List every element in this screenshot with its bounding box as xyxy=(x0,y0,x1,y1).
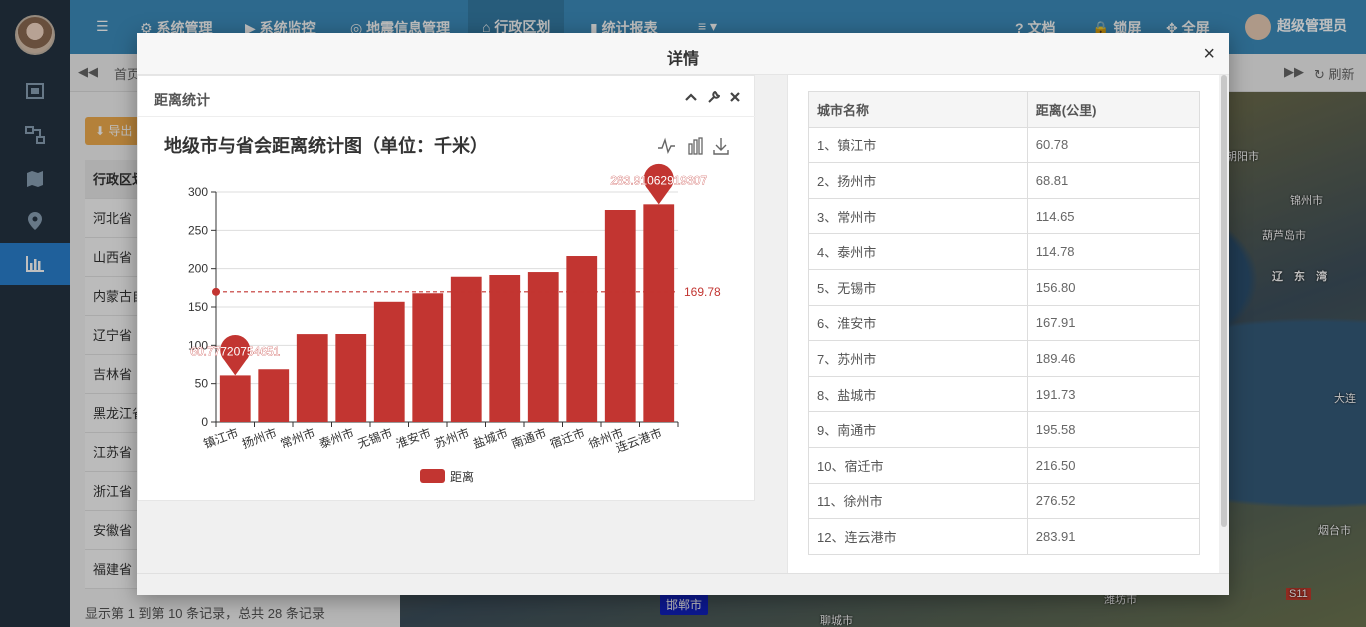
detail-modal: 详情 × 距离统计 地级市与省会距离统计图（单位：千米） 0 50 100 15… xyxy=(137,33,1229,595)
distance-cell: 216.50 xyxy=(1026,446,1201,484)
table-row: 5、无锡市 156.80 xyxy=(808,268,1201,306)
x-tick-label: 宿迁市 xyxy=(548,425,587,451)
city-cell: 11、徐州市 xyxy=(808,482,1028,520)
city-cell: 3、常州市 xyxy=(808,197,1028,235)
table-row: 12、连云港市 283.91 xyxy=(808,518,1201,555)
table-row: 8、盐城市 191.73 xyxy=(808,375,1201,413)
city-cell: 8、盐城市 xyxy=(808,375,1028,413)
bar[interactable] xyxy=(219,375,251,422)
y-tick-label: 250 xyxy=(188,223,208,237)
distance-cell: 189.46 xyxy=(1026,340,1201,377)
table-row: 1、镇江市 60.78 xyxy=(808,126,1201,164)
city-cell: 6、淮安市 xyxy=(808,304,1028,342)
city-cell: 10、宿迁市 xyxy=(808,446,1028,484)
column-header-distance: 距离(公里) xyxy=(1026,91,1201,128)
city-cell: 9、南通市 xyxy=(808,411,1028,448)
y-tick-label: 0 xyxy=(201,415,208,429)
x-tick-label: 淮安市 xyxy=(394,425,433,451)
distance-cell: 283.91 xyxy=(1026,518,1201,555)
y-tick-label: 150 xyxy=(188,300,208,314)
x-tick-label: 盐城市 xyxy=(471,425,510,451)
bar[interactable] xyxy=(412,293,444,422)
panel-title: 距离统计 xyxy=(154,92,210,108)
modal-title: 详情 xyxy=(666,51,699,68)
city-cell: 7、苏州市 xyxy=(808,340,1028,377)
distance-table: 城市名称 距离(公里) 1、镇江市 60.78 2、扬州市 68.81 3、常州市 114… xyxy=(808,91,1201,555)
modal-scrollbar[interactable] xyxy=(1219,75,1229,573)
table-header-row: 城市名称 距离(公里) xyxy=(808,91,1201,128)
x-tick-label: 泰州市 xyxy=(317,425,356,451)
x-tick-label: 苏州市 xyxy=(432,425,471,451)
column-header-city: 城市名称 xyxy=(808,91,1028,128)
bar[interactable] xyxy=(450,276,482,422)
modal-body: 距离统计 地级市与省会距离统计图（单位：千米） 0 50 100 150 200… xyxy=(137,75,1229,573)
bar[interactable] xyxy=(527,272,559,422)
y-tick-label: 300 xyxy=(188,185,208,199)
bar[interactable] xyxy=(296,334,328,422)
bar-chart: 地级市与省会距离统计图（单位：千米） 050100150200250300镇江市… xyxy=(164,135,729,484)
distance-cell: 191.73 xyxy=(1026,375,1201,413)
bar-chart-toggle-icon[interactable] xyxy=(688,137,703,155)
modal-header: 详情 × xyxy=(137,33,1229,75)
x-tick-label: 扬州市 xyxy=(240,425,279,451)
bar[interactable] xyxy=(566,256,598,422)
x-tick-label: 南通市 xyxy=(509,425,548,451)
table-row: 9、南通市 195.58 xyxy=(808,411,1201,448)
distance-cell: 60.78 xyxy=(1026,126,1201,164)
distance-cell: 68.81 xyxy=(1026,162,1201,199)
city-cell: 4、泰州市 xyxy=(808,233,1028,270)
chart-panel: 距离统计 地级市与省会距离统计图（单位：千米） 0 50 100 150 200… xyxy=(137,75,756,501)
city-cell: 12、连云港市 xyxy=(808,518,1028,555)
distance-cell: 114.78 xyxy=(1026,233,1201,270)
chart-title: 地级市与省会距离统计图（单位：千米） xyxy=(164,135,488,156)
mark-pin-label: 283.91062919307 xyxy=(610,173,707,187)
download-image-icon[interactable] xyxy=(713,138,729,155)
city-cell: 5、无锡市 xyxy=(808,268,1028,306)
mark-pin-label: 60.77720754651 xyxy=(190,344,280,358)
x-tick-label: 常州市 xyxy=(278,425,317,451)
average-mark-dot xyxy=(212,287,220,296)
table-row: 4、泰州市 114.78 xyxy=(808,233,1201,270)
bar[interactable] xyxy=(258,369,290,422)
bar[interactable] xyxy=(373,301,405,422)
table-row: 10、宿迁市 216.50 xyxy=(808,446,1201,484)
panel-divider xyxy=(138,116,756,117)
x-tick-label: 无锡市 xyxy=(355,425,394,451)
line-chart-toggle-icon[interactable] xyxy=(658,137,675,155)
table-row: 2、扬州市 68.81 xyxy=(808,162,1201,199)
bar[interactable] xyxy=(489,275,521,422)
y-tick-label: 50 xyxy=(195,377,209,391)
close-icon[interactable]: × xyxy=(1203,43,1215,66)
table-row: 3、常州市 114.65 xyxy=(808,197,1201,235)
wrench-icon[interactable] xyxy=(706,90,720,104)
table-row: 11、徐州市 276.52 xyxy=(808,482,1201,520)
table-panel: 城市名称 距离(公里) 1、镇江市 60.78 2、扬州市 68.81 3、常州市 114… xyxy=(787,75,1219,573)
distance-cell: 276.52 xyxy=(1026,482,1201,520)
bar[interactable] xyxy=(643,204,675,422)
table-row: 6、淮安市 167.91 xyxy=(808,304,1201,342)
legend-swatch[interactable] xyxy=(420,469,445,483)
legend-label[interactable]: 距离 xyxy=(450,469,474,484)
modal-footer xyxy=(137,573,1229,595)
panel-tools xyxy=(684,90,742,104)
close-panel-icon[interactable] xyxy=(728,90,742,104)
distance-cell: 156.80 xyxy=(1026,268,1201,306)
chart-legend[interactable]: 距离 xyxy=(420,469,474,484)
city-cell: 2、扬州市 xyxy=(808,162,1028,199)
scroll-thumb[interactable] xyxy=(1221,75,1227,527)
average-mark-label: 169.78 xyxy=(684,285,721,299)
city-cell: 1、镇江市 xyxy=(808,126,1028,164)
bar[interactable] xyxy=(335,334,367,422)
distance-cell: 167.91 xyxy=(1026,304,1201,342)
distance-cell: 114.65 xyxy=(1026,197,1201,235)
y-tick-label: 200 xyxy=(188,262,208,276)
collapse-icon[interactable] xyxy=(684,90,698,104)
table-row: 7、苏州市 189.46 xyxy=(808,340,1201,377)
distance-cell: 195.58 xyxy=(1026,411,1201,448)
bar[interactable] xyxy=(604,210,636,422)
